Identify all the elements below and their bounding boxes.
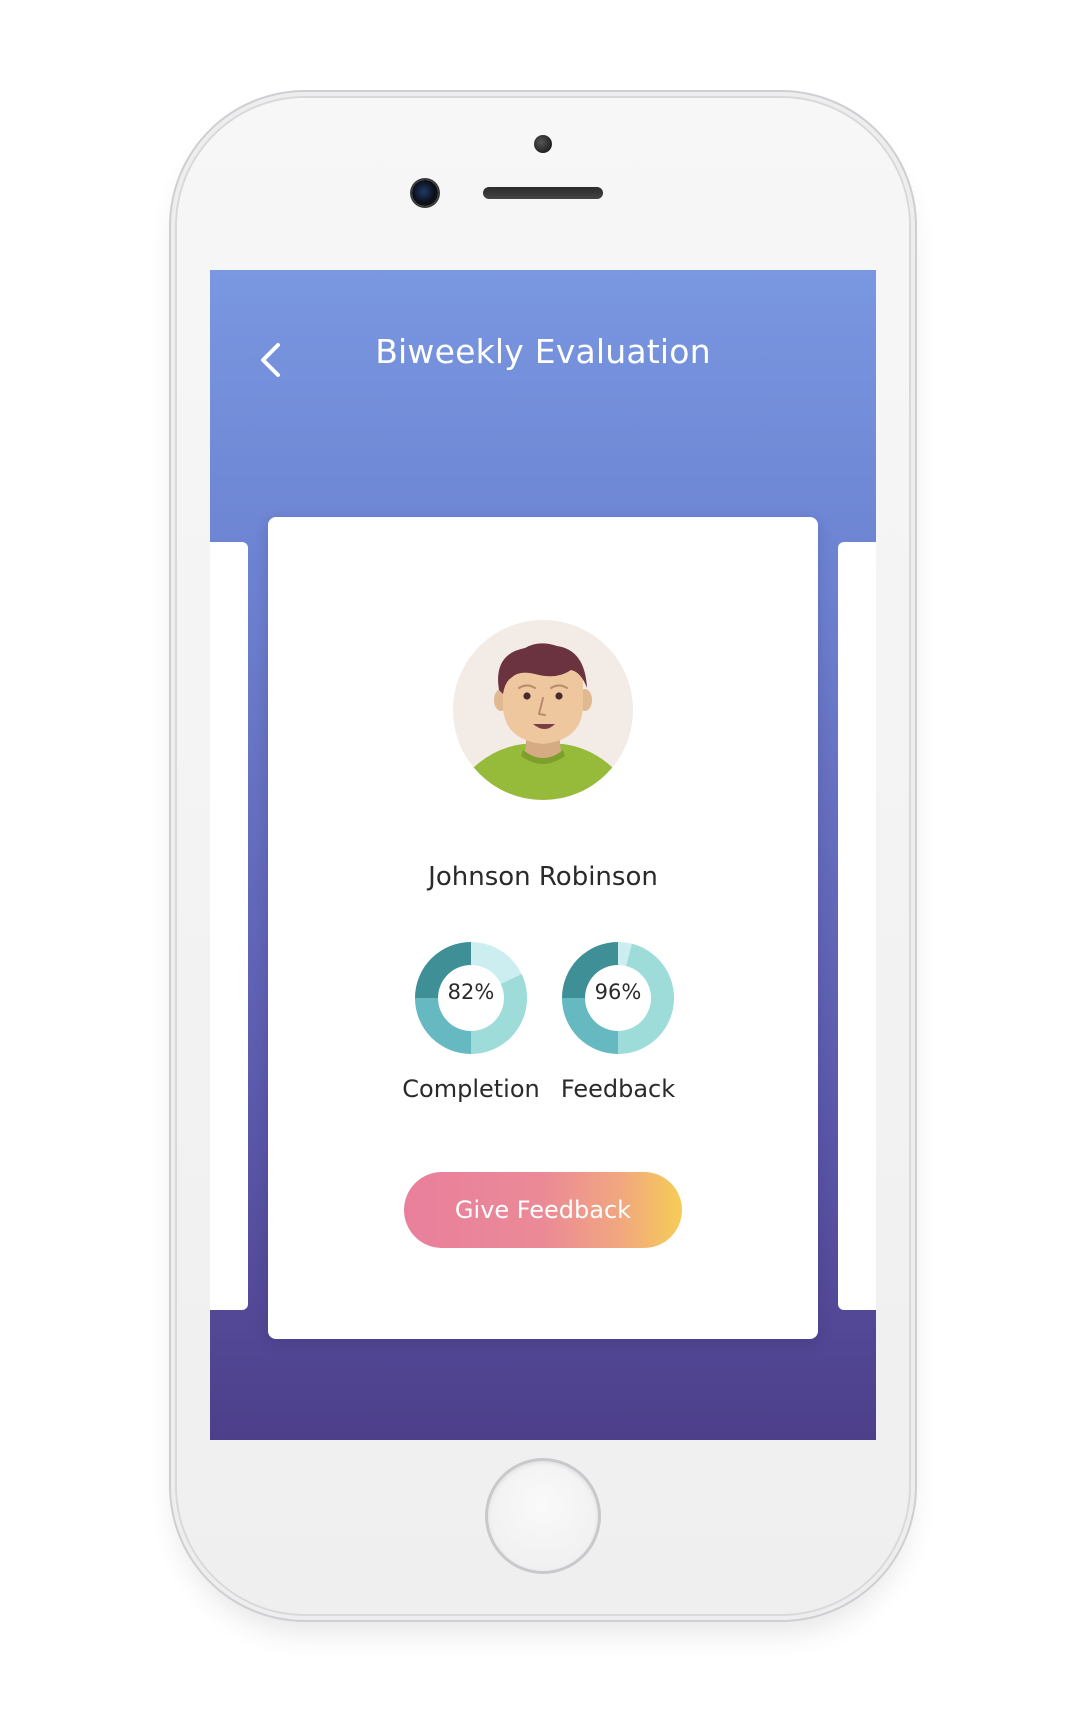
volume-down-button	[170, 552, 177, 670]
earpiece-speaker	[483, 187, 603, 199]
mute-switch	[170, 278, 177, 340]
feedback-donut-arc-2	[562, 998, 618, 1054]
app-screen: Biweekly Evaluation Johnson Robinson 82%…	[210, 270, 876, 1440]
avatar-illustration	[453, 620, 633, 800]
completion-donut-arc-1	[471, 998, 527, 1054]
next-card-peek[interactable]	[838, 542, 876, 1310]
header-bar: Biweekly Evaluation	[210, 270, 876, 440]
previous-card-peek[interactable]	[210, 542, 248, 1310]
feedback-stat: 96% Feedback	[538, 940, 698, 1110]
feedback-value: 96%	[594, 980, 642, 1004]
employee-name: Johnson Robinson	[428, 862, 658, 892]
power-button	[909, 415, 916, 533]
completion-value: 82%	[447, 980, 495, 1004]
volume-up-button	[170, 415, 177, 533]
stage: Biweekly Evaluation Johnson Robinson 82%…	[0, 0, 1091, 1710]
feedback-label: Feedback	[560, 1075, 676, 1103]
proximity-sensor	[534, 135, 552, 153]
feedback-donut-arc-1	[618, 998, 674, 1054]
front-camera	[412, 180, 438, 206]
evaluation-card: Johnson Robinson 82% Completion 96% Feed…	[268, 517, 818, 1339]
give-feedback-button[interactable]: Give Feedback	[404, 1172, 682, 1248]
home-button[interactable]	[485, 1458, 601, 1574]
page-title: Biweekly Evaluation	[375, 332, 711, 371]
avatar	[453, 620, 633, 800]
completion-donut-arc-2	[415, 998, 471, 1054]
